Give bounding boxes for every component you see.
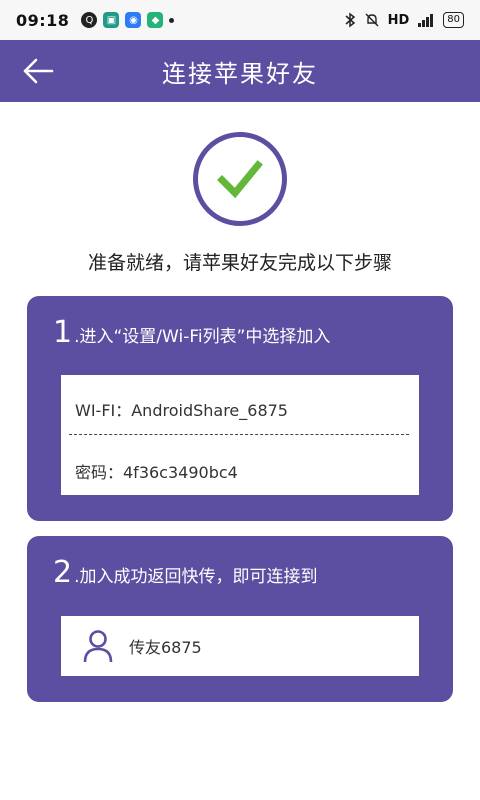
step-1-heading: 1 .进入“设置/Wi-Fi列表”中选择加入 xyxy=(53,318,330,348)
back-arrow-icon xyxy=(23,58,54,84)
step-1-card: 1 .进入“设置/Wi-Fi列表”中选择加入 WI-FI：AndroidShar… xyxy=(27,296,453,521)
dashed-divider xyxy=(69,434,409,435)
q-app-icon: Q xyxy=(81,12,98,28)
shield-notification-icon: ◆ xyxy=(147,12,164,28)
step-2-number: 2 xyxy=(53,555,73,590)
battery-level: 80 xyxy=(447,14,460,25)
status-bar: 09:18 Q ▣ ◉ ◆ HD 80 xyxy=(0,0,480,40)
notification-icons: Q ▣ ◉ ◆ xyxy=(81,12,175,28)
signal-icon xyxy=(418,14,434,27)
bluetooth-icon xyxy=(345,12,355,28)
user-avatar-icon xyxy=(83,630,113,663)
browser-notification-icon: ◉ xyxy=(125,12,142,28)
step-2-text: .加入成功返回快传，即可连接到 xyxy=(74,567,318,587)
network-type: HD xyxy=(387,12,410,28)
wifi-ssid[interactable]: WI-FI：AndroidShare_6875 xyxy=(75,397,288,421)
status-right: HD 80 xyxy=(344,12,464,28)
friend-name: 传友6875 xyxy=(129,638,202,657)
mute-icon xyxy=(365,13,379,27)
success-indicator xyxy=(193,132,287,226)
step-1-text: .进入“设置/Wi-Fi列表”中选择加入 xyxy=(74,327,331,347)
ready-message: 准备就绪，请苹果好友完成以下步骤 xyxy=(87,252,392,274)
app-bar: 连接苹果好友 xyxy=(0,40,480,102)
friend-item[interactable]: 传友6875 xyxy=(61,616,419,676)
wifi-info-box: WI-FI：AndroidShare_6875 密码：4f36c3490bc4 xyxy=(61,375,419,495)
battery-icon: 80 xyxy=(443,12,464,28)
back-button[interactable] xyxy=(18,52,58,90)
status-time: 09:18 xyxy=(16,10,70,30)
more-notifications-icon xyxy=(169,17,175,23)
wifi-password[interactable]: 密码：4f36c3490bc4 xyxy=(75,459,238,483)
step-2-heading: 2 .加入成功返回快传，即可连接到 xyxy=(53,558,318,588)
step-2-card: 2 .加入成功返回快传，即可连接到 传友6875 xyxy=(27,536,453,702)
page-title: 连接苹果好友 xyxy=(162,59,318,88)
checkmark-icon xyxy=(217,160,263,199)
app-notification-icon: ▣ xyxy=(103,12,120,28)
step-1-number: 1 xyxy=(53,315,73,350)
